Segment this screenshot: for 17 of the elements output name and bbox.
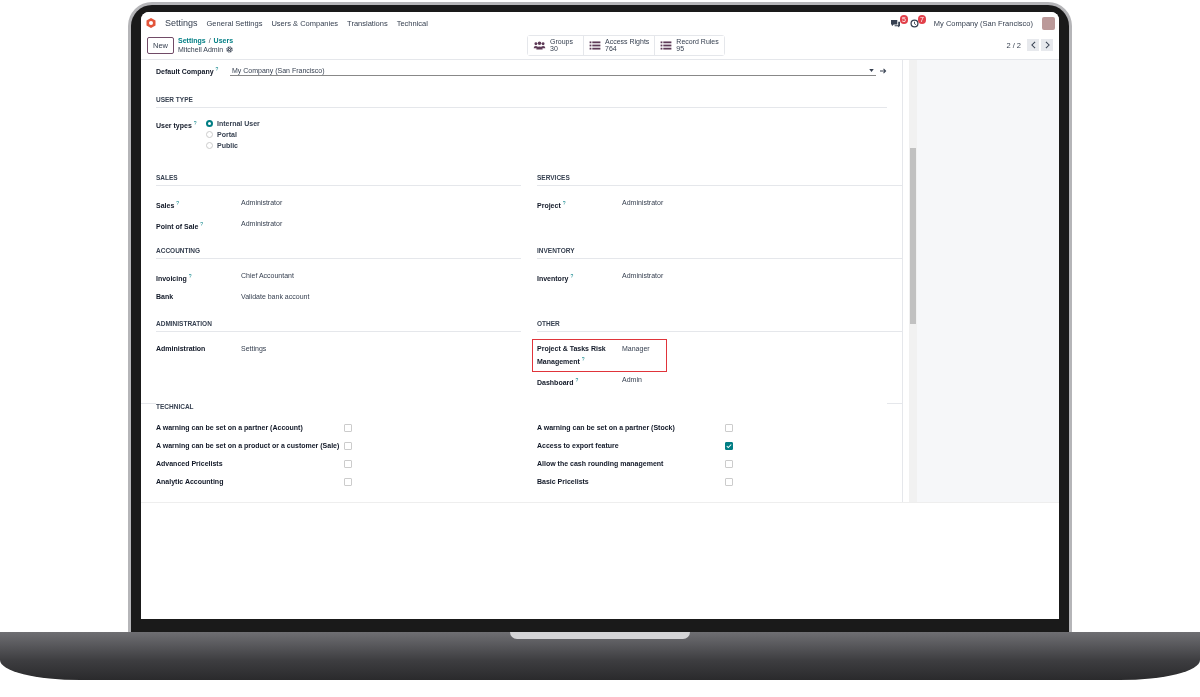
chevron-left-icon: [1030, 41, 1036, 49]
next-button[interactable]: [1041, 39, 1053, 51]
gear-icon[interactable]: [226, 46, 234, 53]
arrow-right-icon[interactable]: [880, 68, 887, 74]
list-icon: [660, 40, 673, 50]
previous-button[interactable]: [1027, 39, 1039, 51]
user-avatar[interactable]: [1042, 16, 1055, 30]
checkbox[interactable]: [725, 441, 733, 450]
dropdown-caret-icon: [869, 69, 874, 72]
list-icon: [589, 40, 601, 50]
people-icon: [533, 40, 546, 50]
chevron-right-icon: [1044, 41, 1050, 49]
app-name[interactable]: Settings: [165, 18, 198, 28]
app-logo-icon: [146, 18, 156, 28]
scrollbar[interactable]: [909, 60, 917, 502]
clock-icon[interactable]: [909, 18, 919, 28]
chat-icon[interactable]: [889, 18, 901, 28]
